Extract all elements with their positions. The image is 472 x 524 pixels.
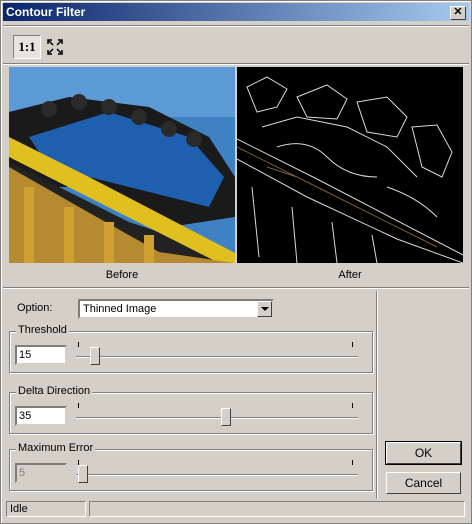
slider-tick	[352, 403, 353, 408]
after-preview-image	[236, 67, 464, 264]
option-selected-value: Thinned Image	[83, 303, 157, 315]
maximum-error-group: Maximum Error 5	[9, 442, 373, 491]
status-text: Idle	[6, 501, 86, 517]
window-title: Contour Filter	[6, 5, 86, 19]
delta-direction-slider-thumb[interactable]	[221, 408, 231, 426]
close-button[interactable]: ✕	[450, 6, 466, 20]
threshold-track	[76, 356, 358, 358]
close-icon: ✕	[453, 6, 463, 18]
cancel-button[interactable]: Cancel	[386, 472, 461, 494]
ok-button[interactable]: OK	[385, 441, 462, 465]
threshold-slider-thumb[interactable]	[90, 347, 100, 365]
chevron-down-icon[interactable]	[257, 301, 272, 317]
threshold-input[interactable]: 15	[15, 345, 67, 365]
contour-filter-dialog: Contour Filter ✕ 1:1 Before After Option…	[0, 0, 472, 524]
contour-output	[236, 67, 464, 264]
delta-direction-label: Delta Direction	[16, 385, 93, 397]
after-caption: After	[338, 269, 362, 281]
fit-to-window-icon	[47, 39, 63, 55]
delta-direction-input[interactable]: 35	[15, 406, 67, 426]
threshold-label: Threshold	[16, 324, 69, 336]
threshold-group: Threshold 15	[9, 324, 373, 373]
option-label: Option:	[17, 302, 53, 314]
actual-size-label: 1:1	[18, 39, 36, 54]
toolbar-separator-bottom	[3, 63, 469, 65]
maximum-error-slider-thumb[interactable]	[78, 465, 88, 483]
before-caption: Before	[105, 269, 139, 281]
maximum-error-track	[76, 474, 358, 476]
slider-tick	[78, 403, 79, 408]
maximum-error-label: Maximum Error	[16, 442, 96, 454]
toolbar-separator-top	[3, 25, 469, 27]
delta-direction-group: Delta Direction 35	[9, 385, 373, 434]
status-progress	[89, 501, 465, 517]
maximum-error-input[interactable]: 5	[15, 463, 67, 483]
option-dropdown[interactable]: Thinned Image	[78, 299, 274, 319]
fit-to-window-button[interactable]	[43, 35, 67, 59]
slider-tick	[352, 342, 353, 347]
preview-separator	[3, 287, 469, 289]
slider-tick	[352, 460, 353, 465]
vertical-separator	[376, 291, 378, 499]
rollercoaster-photo	[9, 67, 235, 263]
title-bar: Contour Filter ✕	[3, 3, 469, 21]
slider-tick	[78, 342, 79, 347]
delta-direction-track	[76, 417, 358, 419]
actual-size-button[interactable]: 1:1	[13, 35, 41, 59]
before-preview-image	[9, 67, 235, 263]
